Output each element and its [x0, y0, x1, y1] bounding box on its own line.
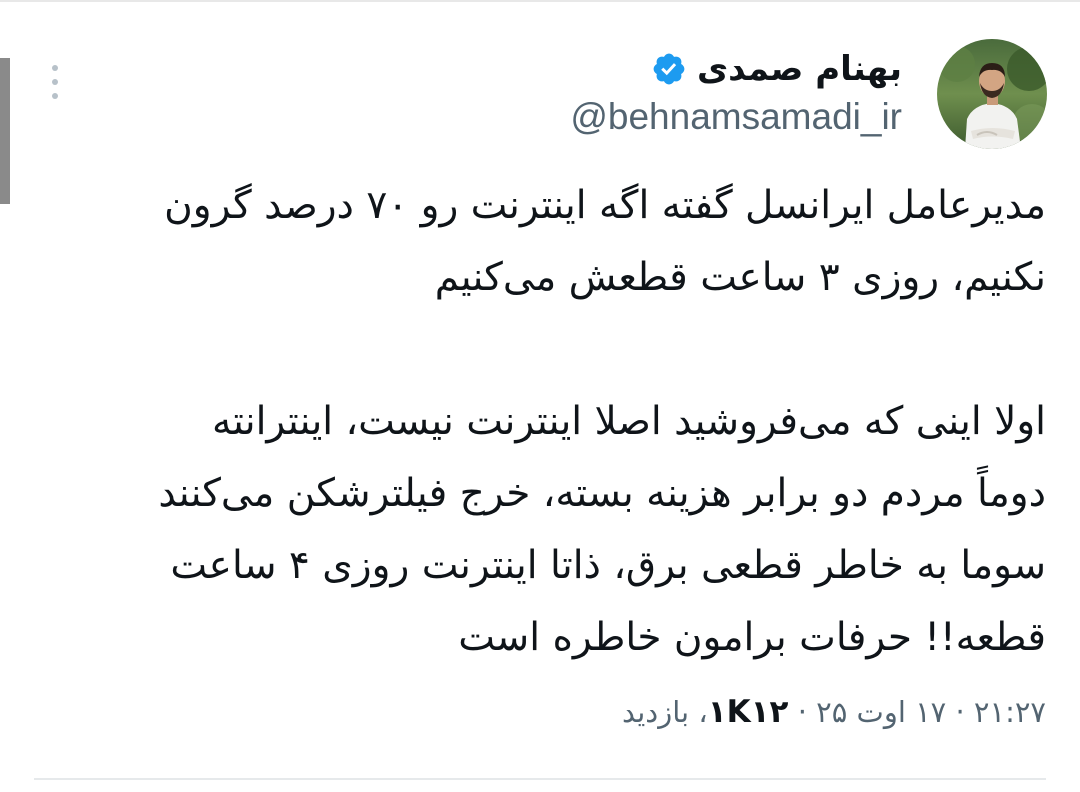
tweet-time[interactable]: ۲۱:۲۷	[974, 695, 1046, 729]
verified-badge-icon	[653, 53, 685, 85]
tweet-date[interactable]: ۱۷ اوت ۲۵	[816, 695, 946, 729]
tweet-line: قطعه!! حرفات برامون خاطره است	[458, 615, 1046, 660]
more-vertical-icon	[52, 65, 58, 71]
display-name[interactable]: بهنام صمدی	[697, 44, 902, 94]
tweet-line: نکنیم، روزی ۳ ساعت قطعش می‌کنیم	[434, 255, 1046, 300]
tweet-line: مدیرعامل ایرانسل گفته اگه اینترنت رو ۷۰ …	[164, 183, 1046, 228]
tweet-line: دوماً مردم دو برابر هزینه بسته، خرج فیلت…	[158, 471, 1046, 516]
tweet-meta: ۲۱:۲۷ · ۱۷ اوت ۲۵ · ۱K۱۲، بازدید	[622, 694, 1046, 730]
tweet-line: اولا اینی که می‌فروشید اصلا اینترنت نیست…	[212, 399, 1046, 444]
more-dot	[52, 79, 58, 85]
tweet-text: مدیرعامل ایرانسل گفته اگه اینترنت رو ۷۰ …	[56, 170, 1046, 674]
tweet-card: بهنام صمدی @behnamsamadi_ir مدیرعامل ایر…	[0, 0, 1080, 792]
scrollbar-thumb[interactable]	[0, 58, 10, 204]
author-info: بهنام صمدی @behnamsamadi_ir	[570, 44, 902, 138]
avatar[interactable]	[937, 39, 1047, 149]
more-options-button[interactable]	[40, 62, 70, 102]
meta-separator: ·	[955, 695, 965, 729]
top-divider	[0, 0, 1080, 2]
profile-photo	[937, 39, 1047, 149]
more-dot	[52, 93, 58, 99]
views-label: ، بازدید	[621, 695, 708, 729]
bottom-divider	[34, 778, 1046, 780]
user-handle[interactable]: @behnamsamadi_ir	[570, 96, 902, 138]
name-row: بهنام صمدی	[570, 44, 902, 94]
tweet-line: سوما به خاطر قطعی برق، ذاتا اینترنت روزی…	[170, 543, 1046, 588]
views-count[interactable]: ۱K۱۲	[708, 694, 789, 730]
meta-separator: ·	[797, 695, 807, 729]
